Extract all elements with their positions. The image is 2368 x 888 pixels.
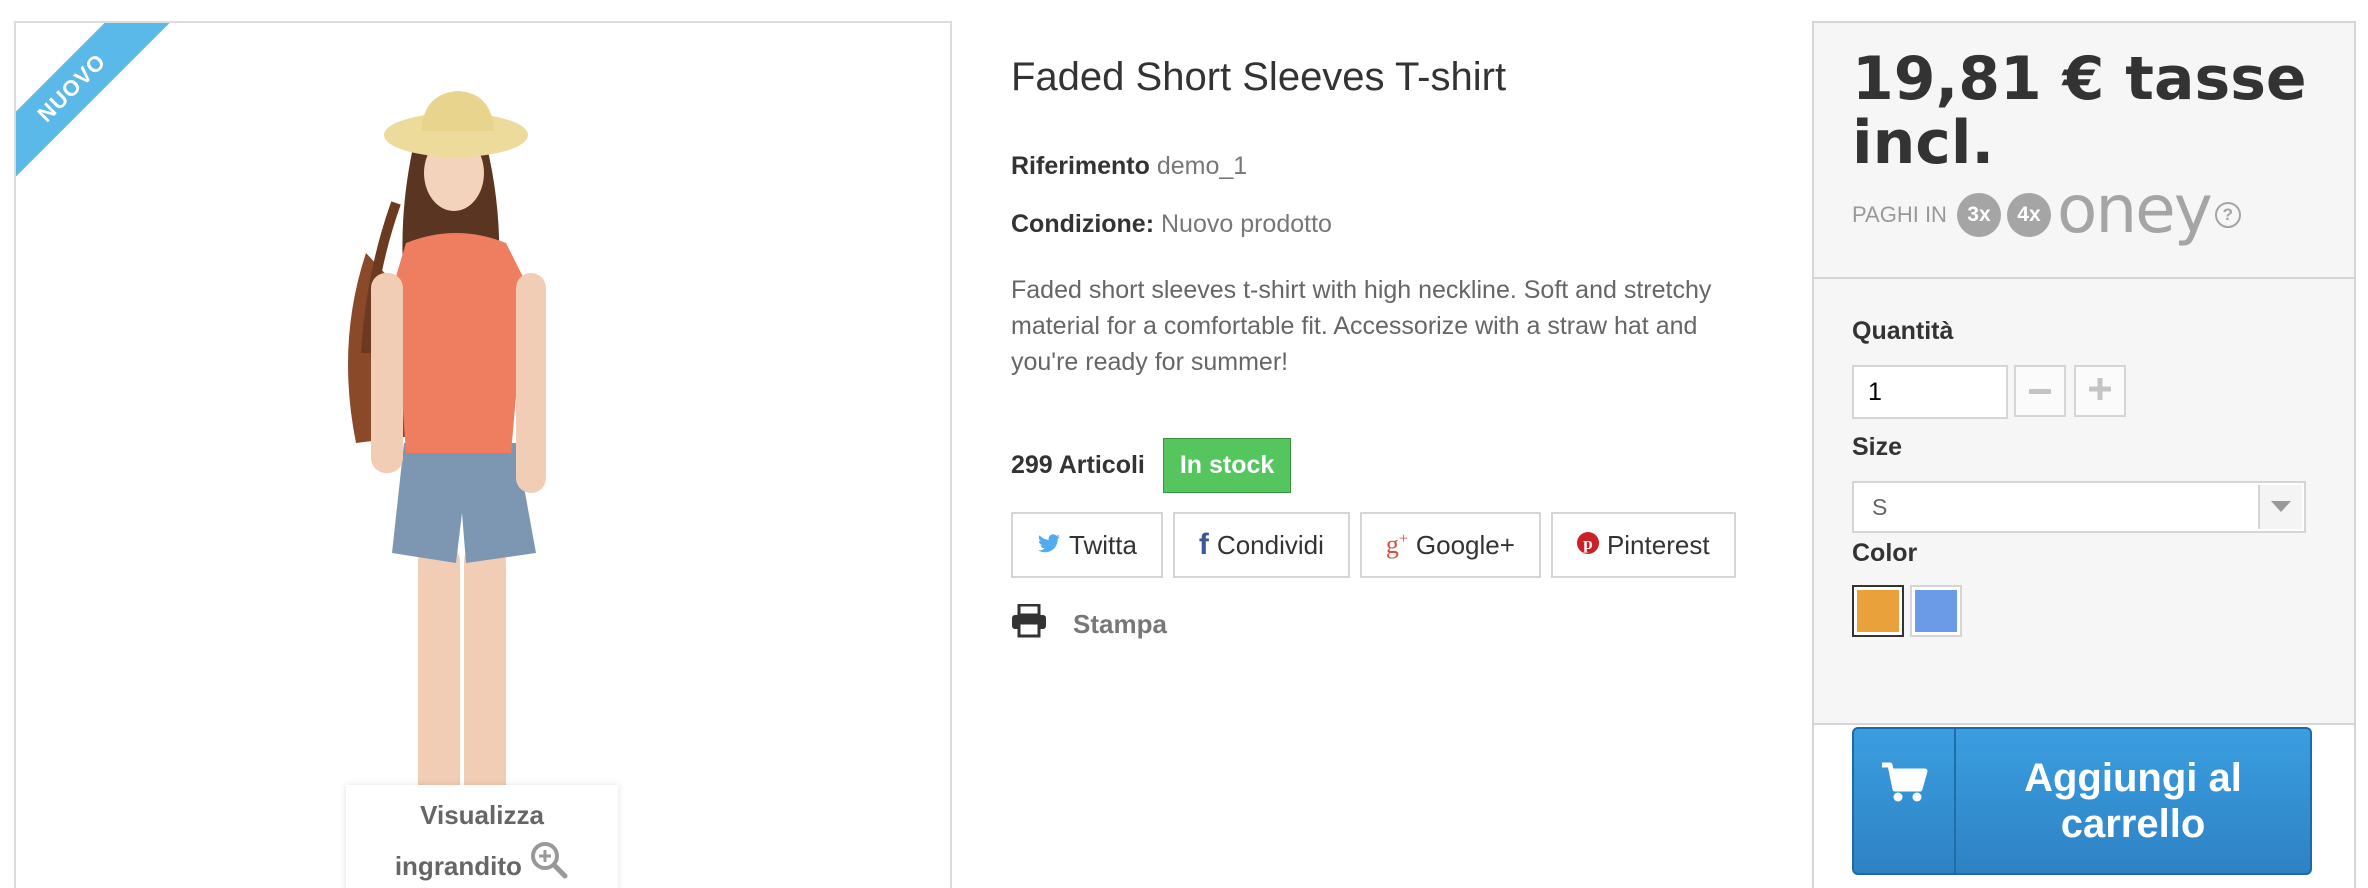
plus-icon xyxy=(2089,377,2111,405)
quantity-increase-button[interactable] xyxy=(2074,365,2126,417)
social-share-bar: Twitta f Condividi g+ Google+ p Pinteres… xyxy=(1011,512,1736,578)
quantity-label: Quantità xyxy=(1852,317,1954,345)
size-label: Size xyxy=(1852,433,1903,461)
facebook-icon: f xyxy=(1198,528,1209,561)
condition-value: Nuovo prodotto xyxy=(1160,210,1332,238)
color-fill-orange xyxy=(1857,590,1899,632)
chevron-down-icon xyxy=(2258,485,2302,529)
google-plus-label: Google+ xyxy=(1415,529,1515,560)
reference-label: Riferimento xyxy=(1011,152,1150,180)
facebook-share-button[interactable]: f Condividi xyxy=(1172,512,1350,578)
shopping-cart-icon xyxy=(1880,761,1928,808)
google-plus-share-button[interactable]: g+ Google+ xyxy=(1359,512,1541,578)
twitter-label: Twitta xyxy=(1069,529,1137,560)
size-select[interactable]: S xyxy=(1852,481,2306,533)
color-fill-blue xyxy=(1915,590,1957,632)
product-title: Faded Short Sleeves T-shirt xyxy=(1011,55,1507,99)
condition-label: Condizione: xyxy=(1011,210,1155,238)
printer-icon xyxy=(1011,603,1047,645)
google-plus-icon: g+ xyxy=(1385,530,1408,559)
print-link[interactable]: Stampa xyxy=(1011,603,1167,645)
zoom-in-icon xyxy=(529,840,569,888)
color-swatch-blue[interactable] xyxy=(1910,585,1962,637)
facebook-label: Condividi xyxy=(1216,529,1324,560)
color-swatch-orange[interactable] xyxy=(1852,585,1904,637)
add-to-cart-button[interactable]: Aggiungi al carrello xyxy=(1852,727,2312,875)
options-panel: Quantità 1 Size S Color xyxy=(1814,23,2354,699)
twitter-icon xyxy=(1037,530,1061,561)
quantity-decrease-button[interactable] xyxy=(2014,365,2066,417)
product-image-frame: NUOVO Visualizza ingrandito xyxy=(14,21,952,888)
pinterest-icon: p xyxy=(1576,530,1599,561)
availability-row: 299 Articoli In stock xyxy=(1011,438,1292,493)
size-value: S xyxy=(1872,494,1888,520)
twitter-share-button[interactable]: Twitta xyxy=(1011,512,1163,578)
color-label: Color xyxy=(1852,539,1918,567)
zoom-label-line2: ingrandito xyxy=(394,851,522,882)
product-photo[interactable] xyxy=(166,23,806,888)
add-to-cart-label: Aggiungi al carrello xyxy=(2024,756,2242,846)
pinterest-share-button[interactable]: p Pinterest xyxy=(1550,512,1736,578)
new-ribbon: NUOVO xyxy=(16,23,174,190)
quantity-available: 299 Articoli xyxy=(1011,451,1145,479)
stock-badge: In stock xyxy=(1162,438,1292,493)
condition-row: Condizione: Nuovo prodotto xyxy=(1011,210,1332,239)
pinterest-label: Pinterest xyxy=(1606,529,1710,560)
zoom-button[interactable]: Visualizza ingrandito xyxy=(346,785,618,888)
quantity-input[interactable]: 1 xyxy=(1852,365,2008,419)
svg-text:p: p xyxy=(1583,534,1592,553)
new-ribbon-wrap: NUOVO xyxy=(16,23,200,207)
buy-box: 19,81 € tasse incl. PAGHI IN 3x 4x oney … xyxy=(1812,21,2356,888)
zoom-label-line1: Visualizza xyxy=(420,800,544,830)
reference-value: demo_1 xyxy=(1156,152,1248,180)
product-description: Faded short sleeves t-shirt with high ne… xyxy=(1011,276,1712,376)
cart-icon-area xyxy=(1854,729,1956,873)
minus-icon xyxy=(2029,382,2051,400)
print-label: Stampa xyxy=(1073,609,1167,639)
reference-row: Riferimento demo_1 xyxy=(1011,152,1247,181)
